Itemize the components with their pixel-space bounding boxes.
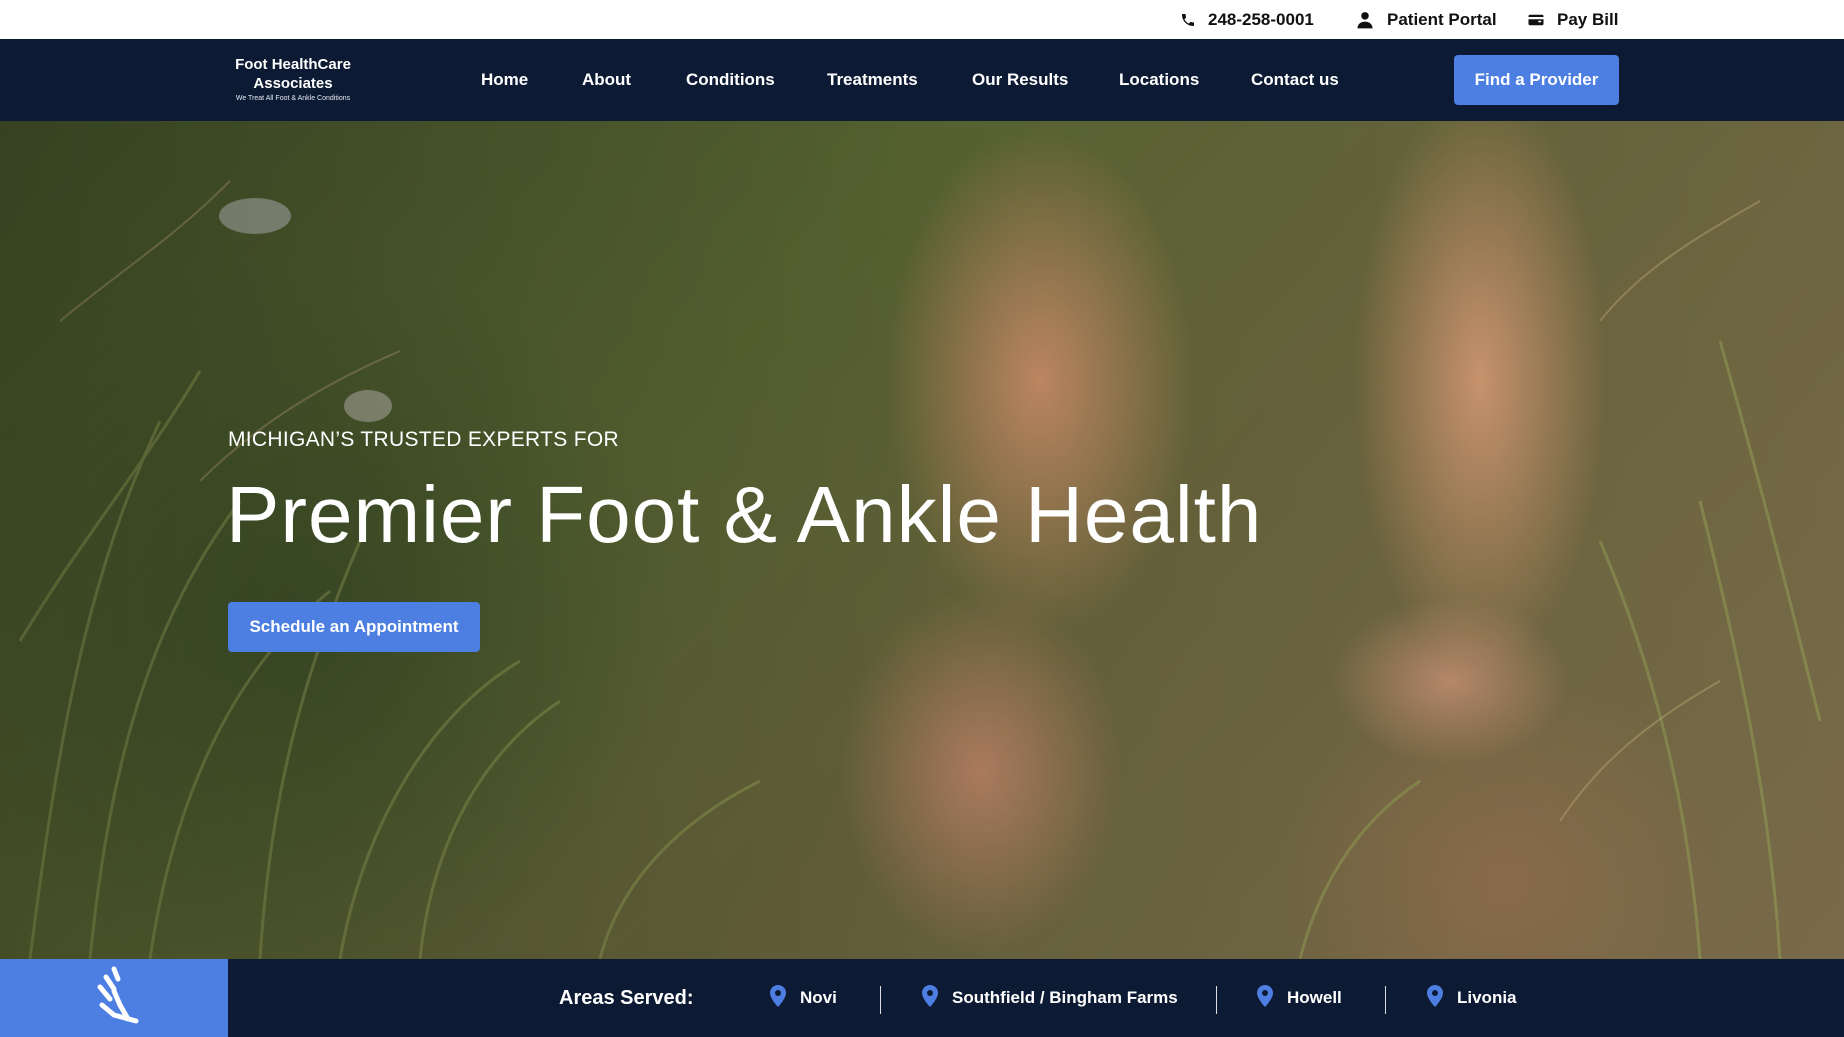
location-howell[interactable]: Howell: [1257, 959, 1342, 1037]
schedule-appointment-button[interactable]: Schedule an Appointment: [228, 602, 480, 652]
patient-portal-link[interactable]: Patient Portal: [1355, 0, 1497, 39]
wallet-icon: [1527, 11, 1545, 29]
location-label: Howell: [1287, 988, 1342, 1007]
areas-served-label: Areas Served:: [559, 986, 694, 1009]
logo-tagline: We Treat All Foot & Ankle Conditions: [235, 95, 351, 102]
nav-item-conditions[interactable]: Conditions: [686, 39, 775, 121]
main-nav: Foot HealthCare Associates We Treat All …: [0, 39, 1844, 121]
map-pin-icon: [1257, 984, 1273, 1012]
pay-bill-label: Pay Bill: [1557, 9, 1619, 29]
location-label: Livonia: [1457, 988, 1517, 1007]
find-provider-button[interactable]: Find a Provider: [1454, 55, 1619, 105]
phone-number: 248-258-0001: [1208, 9, 1314, 29]
site-logo[interactable]: Foot HealthCare Associates We Treat All …: [222, 55, 364, 104]
foot-icon: [84, 965, 144, 1032]
pay-bill-link[interactable]: Pay Bill: [1527, 0, 1618, 39]
hero-headline: Premier Foot & Ankle Health: [226, 470, 1263, 559]
phone-icon: [1180, 12, 1196, 28]
hero-section: MICHIGAN’S TRUSTED EXPERTS FOR Premier F…: [0, 121, 1844, 959]
location-livonia[interactable]: Livonia: [1427, 959, 1517, 1037]
hero-eyebrow: MICHIGAN’S TRUSTED EXPERTS FOR: [228, 428, 619, 451]
location-southfield-bingham-farms[interactable]: Southfield / Bingham Farms: [922, 959, 1178, 1037]
logo-line-2: Associates: [253, 75, 333, 92]
nav-item-contact-us[interactable]: Contact us: [1251, 39, 1339, 121]
nav-item-about[interactable]: About: [582, 39, 631, 121]
nav-item-our-results[interactable]: Our Results: [972, 39, 1068, 121]
user-icon: [1355, 10, 1375, 30]
nav-item-locations[interactable]: Locations: [1119, 39, 1199, 121]
location-divider: [1385, 986, 1386, 1014]
map-pin-icon: [1427, 984, 1443, 1012]
patient-portal-label: Patient Portal: [1387, 9, 1497, 29]
nav-item-home[interactable]: Home: [481, 39, 528, 121]
logo-line-1: Foot HealthCare: [235, 56, 351, 73]
location-divider: [1216, 986, 1217, 1014]
location-label: Southfield / Bingham Farms: [952, 988, 1178, 1007]
location-divider: [880, 986, 881, 1014]
foot-logo-badge: [0, 959, 228, 1037]
map-pin-icon: [770, 984, 786, 1012]
phone-link[interactable]: 248-258-0001: [1180, 0, 1314, 39]
map-pin-icon: [922, 984, 938, 1012]
location-novi[interactable]: Novi: [770, 959, 837, 1037]
utility-bar: 248-258-0001 Patient Portal Pay Bill: [0, 0, 1844, 39]
areas-served-bar: Areas Served: Novi Southfield / Bingham …: [0, 959, 1844, 1037]
location-label: Novi: [800, 988, 837, 1007]
nav-item-treatments[interactable]: Treatments: [827, 39, 918, 121]
